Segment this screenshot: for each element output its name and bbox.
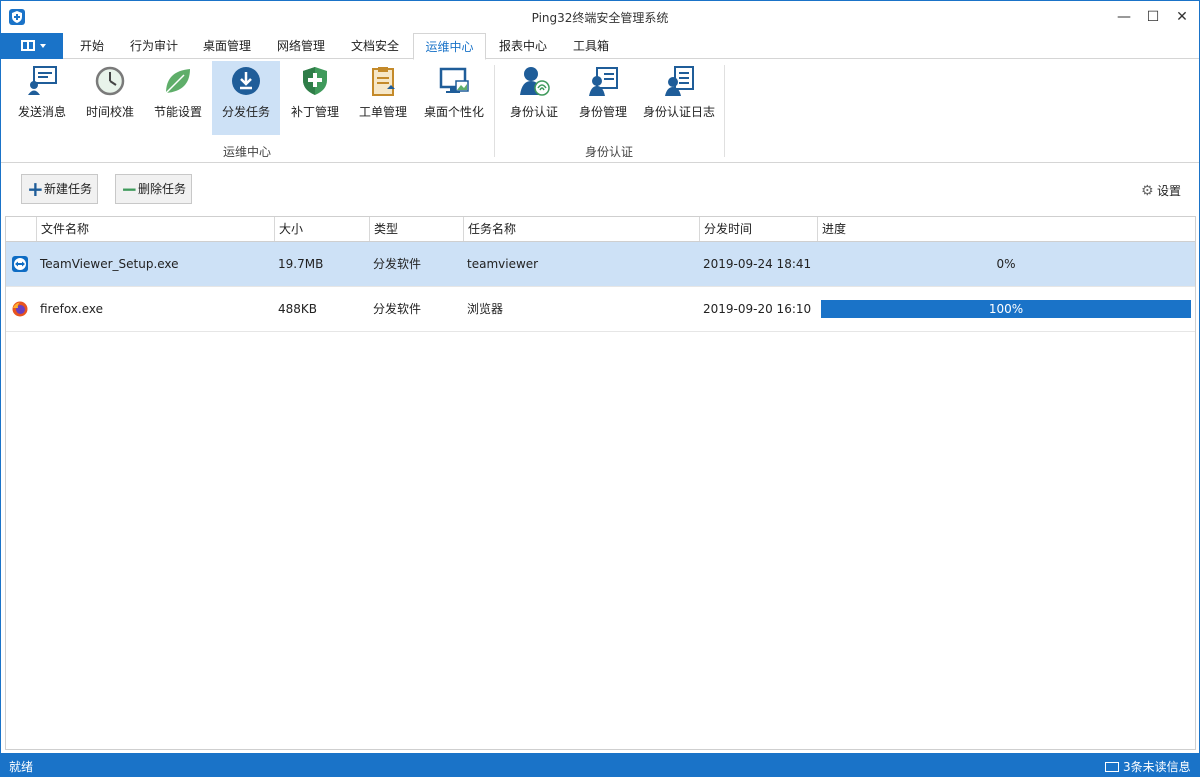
settings-label: 设置 <box>1157 184 1182 198</box>
progress-bar: 0% <box>821 255 1191 273</box>
new-task-button[interactable]: + 新建任务 <box>21 174 98 204</box>
delete-task-button[interactable]: − 删除任务 <box>115 174 192 204</box>
shield-icon <box>303 67 327 95</box>
maximize-button[interactable]: ☐ <box>1139 5 1167 29</box>
column-header-task-name[interactable]: 任务名称 <box>463 217 699 241</box>
clipboard-icon <box>372 67 395 96</box>
status-text: 就绪 <box>9 760 34 774</box>
app-menu-button[interactable] <box>1 33 63 59</box>
identity-management-button[interactable]: 身份管理 <box>570 61 636 135</box>
unread-messages-indicator[interactable]: 3条未读信息 <box>1105 758 1191 775</box>
column-header-file-name[interactable]: 文件名称 <box>36 217 274 241</box>
tab-desktop-management[interactable]: 桌面管理 <box>193 33 261 59</box>
tab-start[interactable]: 开始 <box>67 33 117 59</box>
energy-saving-label: 节能设置 <box>153 105 202 119</box>
mail-icon <box>1105 762 1119 772</box>
type-cell: 分发软件 <box>373 257 422 271</box>
work-order-button[interactable]: 工单管理 <box>350 61 416 135</box>
patch-management-label: 补丁管理 <box>290 105 339 119</box>
monitor-icon <box>439 67 469 93</box>
task-name-cell: teamviewer <box>467 257 539 271</box>
column-header-distribute-time[interactable]: 分发时间 <box>699 217 817 241</box>
ribbon-panel: 发送消息 时间校准 节能设置 分发任务 补丁管理 工单管理 桌面个性化 身份认证… <box>1 59 1199 163</box>
clock-icon <box>95 66 125 96</box>
column-header-type[interactable]: 类型 <box>369 217 463 241</box>
time-calibration-label: 时间校准 <box>85 105 134 119</box>
ribbon-group-separator <box>724 65 725 157</box>
download-icon <box>232 67 260 95</box>
ribbon-group-label-identity: 身份认证 <box>584 145 633 159</box>
table-row[interactable]: firefox.exe 488KB 分发软件 浏览器 2019-09-20 16… <box>6 287 1195 332</box>
size-cell: 488KB <box>278 302 318 316</box>
task-name-cell: 浏览器 <box>467 302 504 316</box>
time-calibration-button[interactable]: 时间校准 <box>77 61 143 135</box>
identity-auth-log-button[interactable]: 身份认证日志 <box>638 61 720 135</box>
column-header-progress[interactable]: 进度 <box>817 217 1195 241</box>
new-task-label: 新建任务 <box>44 182 93 196</box>
user-log-icon <box>665 66 694 96</box>
chevron-down-icon <box>40 44 46 48</box>
tab-operations-center[interactable]: 运维中心 <box>413 33 486 60</box>
energy-saving-button[interactable]: 节能设置 <box>145 61 211 135</box>
settings-button[interactable]: ⚙ 设置 <box>1141 182 1181 199</box>
progress-text: 0% <box>996 257 1016 271</box>
distribute-task-button[interactable]: 分发任务 <box>212 61 280 135</box>
ribbon-group-label-operations: 运维中心 <box>222 145 271 159</box>
progress-text: 100% <box>988 302 1024 316</box>
identity-auth-log-label: 身份认证日志 <box>642 105 715 119</box>
tab-document-security[interactable]: 文档安全 <box>341 33 409 59</box>
identity-auth-button[interactable]: 身份认证 <box>501 61 567 135</box>
identity-auth-label: 身份认证 <box>509 105 558 119</box>
table-row[interactable]: TeamViewer_Setup.exe 19.7MB 分发软件 teamvie… <box>6 242 1195 287</box>
distribute-time-cell: 2019-09-20 16:10 <box>703 302 812 316</box>
message-icon <box>28 66 57 95</box>
column-header-size[interactable]: 大小 <box>274 217 369 241</box>
user-list-icon <box>589 67 618 96</box>
firefox-icon <box>12 301 28 317</box>
send-message-label: 发送消息 <box>17 105 66 119</box>
task-toolbar: + 新建任务 − 删除任务 ⚙ 设置 <box>1 164 1199 216</box>
title-bar: Ping32终端安全管理系统 — ☐ ✕ <box>1 1 1199 33</box>
gear-icon: ⚙ <box>1141 183 1154 199</box>
distribute-task-label: 分发任务 <box>221 105 270 119</box>
minus-icon: − <box>121 177 138 201</box>
file-name-cell: TeamViewer_Setup.exe <box>40 257 179 271</box>
delete-task-label: 删除任务 <box>138 182 187 196</box>
minimize-button[interactable]: — <box>1110 5 1138 29</box>
book-icon <box>21 40 35 51</box>
close-button[interactable]: ✕ <box>1168 5 1196 29</box>
tab-report-center[interactable]: 报表中心 <box>489 33 557 59</box>
identity-management-label: 身份管理 <box>578 105 627 119</box>
plus-icon: + <box>27 177 44 201</box>
app-window: Ping32终端安全管理系统 — ☐ ✕ 开始 行为审计 桌面管理 网络管理 文… <box>0 0 1200 777</box>
tab-toolbox[interactable]: 工具箱 <box>563 33 619 59</box>
desktop-personalization-label: 桌面个性化 <box>423 105 484 119</box>
table-header: 文件名称 大小 类型 任务名称 分发时间 进度 <box>6 217 1195 242</box>
ribbon-tab-bar: 开始 行为审计 桌面管理 网络管理 文档安全 运维中心 报表中心 工具箱 <box>1 33 1199 60</box>
desktop-personalization-button[interactable]: 桌面个性化 <box>418 61 490 135</box>
work-order-label: 工单管理 <box>358 105 407 119</box>
send-message-button[interactable]: 发送消息 <box>9 61 75 135</box>
distribute-time-cell: 2019-09-24 18:41 <box>703 257 812 271</box>
file-name-cell: firefox.exe <box>40 302 104 316</box>
size-cell: 19.7MB <box>278 257 324 271</box>
window-title: Ping32终端安全管理系统 <box>531 11 669 25</box>
progress-bar: 100% <box>821 300 1191 318</box>
unread-messages-label: 3条未读信息 <box>1123 760 1191 774</box>
ribbon-group-separator <box>494 65 495 157</box>
task-table: 文件名称 大小 类型 任务名称 分发时间 进度 TeamViewer_Setup… <box>5 216 1196 750</box>
teamviewer-icon <box>12 256 28 272</box>
leaf-icon <box>165 69 190 94</box>
type-cell: 分发软件 <box>373 302 422 316</box>
tab-network-management[interactable]: 网络管理 <box>267 33 335 59</box>
fingerprint-user-icon <box>520 67 550 96</box>
status-bar: 就绪 3条未读信息 <box>1 753 1199 777</box>
tab-behavior-audit[interactable]: 行为审计 <box>121 33 187 59</box>
patch-management-button[interactable]: 补丁管理 <box>282 61 348 135</box>
